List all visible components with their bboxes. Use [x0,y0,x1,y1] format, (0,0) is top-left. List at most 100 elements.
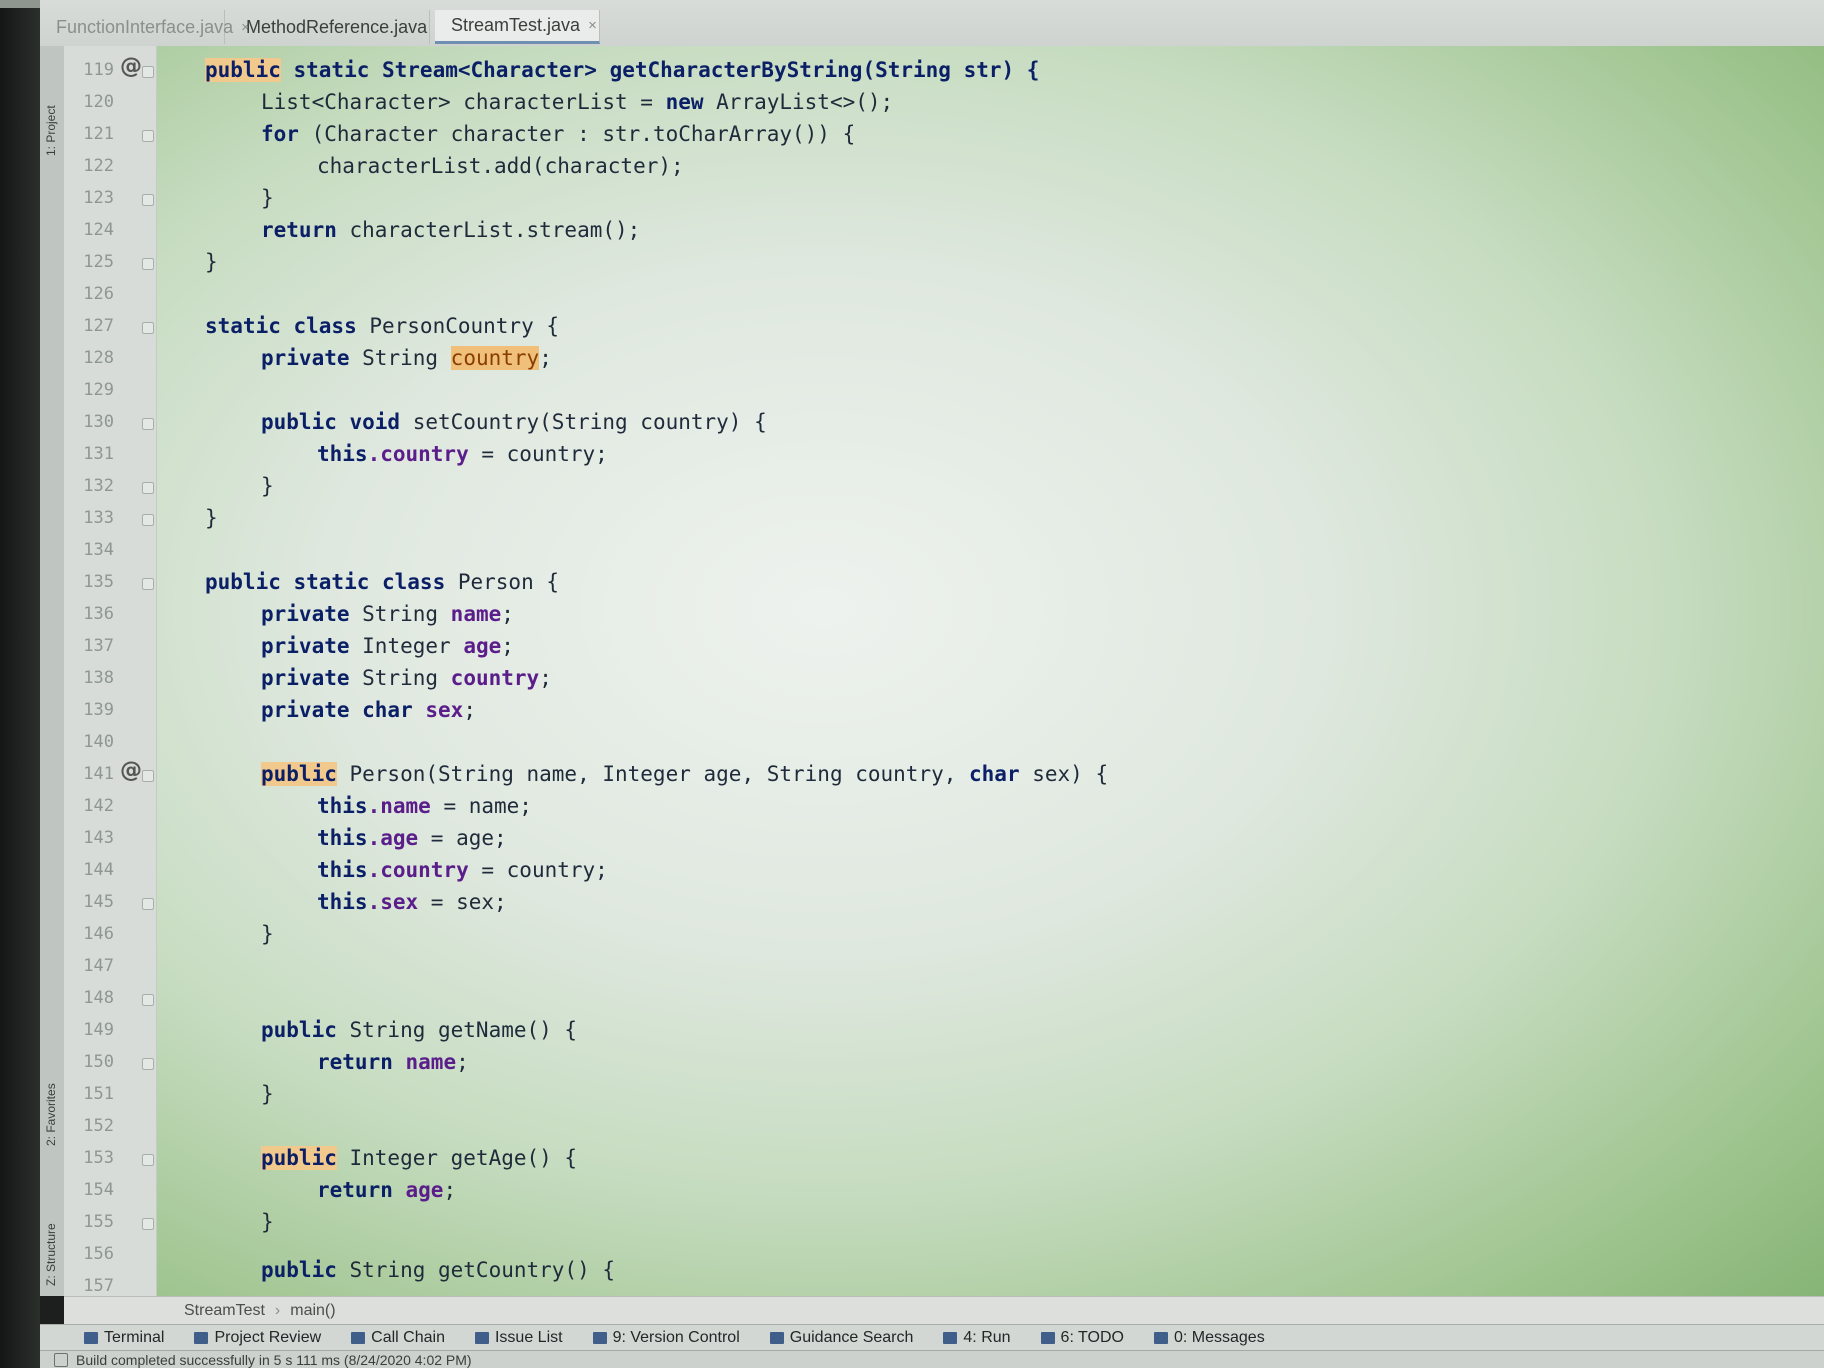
line-number: 156 [83,1244,114,1264]
code-line[interactable]: static class PersonCountry { [205,314,559,338]
line-number: 129 [83,380,114,400]
structure-tool-label[interactable]: Z: Structure [44,1223,58,1286]
call-chain-button[interactable]: Call Chain [351,1329,445,1347]
terminal-button[interactable]: Terminal [84,1329,164,1347]
tab-label: StreamTest.java [451,15,581,35]
tab-method-reference[interactable]: MethodReference.java × [230,10,444,44]
code-line[interactable]: this.country = country; [317,858,608,882]
override-marker-icon[interactable]: @ [120,758,142,783]
code-line[interactable]: characterList.add(character); [317,154,684,178]
fold-icon[interactable] [142,258,154,270]
line-number: 154 [83,1180,114,1200]
code-line[interactable]: public String getName() { [261,1018,577,1042]
fold-icon[interactable] [142,770,154,782]
line-number: 152 [83,1116,114,1136]
code-line[interactable]: private char sex; [261,698,476,722]
code-line[interactable]: } [261,186,274,210]
fold-icon[interactable] [142,322,154,334]
fold-icon[interactable] [142,1218,154,1230]
code-line[interactable]: public String getCountry() { [261,1258,615,1282]
code-line[interactable]: } [205,506,218,530]
code-line[interactable]: private Integer age; [261,634,514,658]
chevron-right-icon: › [274,1301,281,1319]
tab-function-interface[interactable]: FunctionInterface.java × [40,10,250,44]
code-line[interactable]: private String name; [261,602,514,626]
breadcrumb: StreamTest › main() [64,1296,1824,1324]
left-tool-strip [0,0,40,1368]
code-line[interactable]: public Integer getAge() { [261,1146,577,1170]
fold-icon[interactable] [142,1058,154,1070]
line-number: 121 [83,124,114,144]
code-line[interactable]: } [261,474,274,498]
line-number: 131 [83,444,114,464]
fold-icon[interactable] [142,418,154,430]
code-editor[interactable]: public static Stream<Character> getChara… [157,46,1824,1296]
version-control-button[interactable]: 9: Version Control [592,1329,740,1347]
call-chain-icon [351,1332,366,1344]
code-line[interactable]: public void setCountry(String country) { [261,410,767,434]
close-icon[interactable]: × [588,17,597,34]
override-marker-icon[interactable]: @ [120,54,142,79]
status-bar: Build completed successfully in 5 s 111 … [40,1350,1824,1368]
favorites-tool-label[interactable]: 2: Favorites [44,1083,58,1146]
line-number: 149 [83,1020,114,1040]
code-line[interactable]: this.country = country; [317,442,608,466]
line-number: 155 [83,1212,114,1232]
fold-icon[interactable] [142,994,154,1006]
fold-icon[interactable] [142,194,154,206]
code-line[interactable]: private String country; [261,666,552,690]
line-number: 133 [83,508,114,528]
todo-icon [1040,1332,1055,1344]
line-number: 139 [83,700,114,720]
line-number: 138 [83,668,114,688]
status-text: Build completed successfully in 5 s 111 … [76,1351,472,1368]
line-number: 126 [83,284,114,304]
guidance-search-icon [769,1332,784,1344]
line-number: 142 [83,796,114,816]
line-number: 146 [83,924,114,944]
guidance-search-button[interactable]: Guidance Search [769,1329,913,1347]
tab-stream-test[interactable]: StreamTest.java × [435,10,600,44]
code-line[interactable]: return name; [317,1050,469,1074]
line-number: 144 [83,860,114,880]
fold-icon[interactable] [142,578,154,590]
breadcrumb-method[interactable]: main() [290,1302,335,1320]
code-line[interactable]: } [205,250,218,274]
code-line[interactable]: public static Stream<Character> getChara… [205,58,1039,82]
project-review-button[interactable]: Project Review [194,1329,321,1347]
code-line[interactable]: List<Character> characterList = new Arra… [261,90,893,114]
code-line[interactable]: this.name = name; [317,794,532,818]
code-line[interactable]: private String country; [261,346,552,370]
code-line[interactable]: return age; [317,1178,456,1202]
issue-list-button[interactable]: Issue List [474,1329,563,1347]
fold-icon[interactable] [142,898,154,910]
line-number: 136 [83,604,114,624]
code-line[interactable]: } [261,1082,274,1106]
tab-label: MethodReference.java [246,16,428,37]
line-number: 128 [83,348,114,368]
breadcrumb-class[interactable]: StreamTest [184,1302,265,1320]
tool-window-bar: Terminal Project Review Call Chain Issue… [40,1324,1824,1351]
code-line[interactable]: return characterList.stream(); [261,218,640,242]
line-number: 137 [83,636,114,656]
fold-icon[interactable] [142,66,154,78]
code-line[interactable]: this.age = age; [317,826,507,850]
todo-button[interactable]: 6: TODO [1040,1329,1124,1347]
code-line[interactable]: for (Character character : str.toCharArr… [261,122,855,146]
fold-icon[interactable] [142,1154,154,1166]
code-line[interactable]: } [261,1210,274,1234]
code-line[interactable]: public static class Person { [205,570,559,594]
fold-icon[interactable] [142,482,154,494]
run-button[interactable]: 4: Run [943,1329,1011,1347]
fold-icon[interactable] [142,130,154,142]
build-status-icon[interactable] [54,1352,68,1367]
line-number: 132 [83,476,114,496]
line-number: 130 [83,412,114,432]
fold-icon[interactable] [142,514,154,526]
code-line[interactable]: } [261,922,274,946]
code-line[interactable]: public Person(String name, Integer age, … [261,762,1108,786]
ide-window: FunctionInterface.java × MethodReference… [0,0,1824,1368]
messages-button[interactable]: 0: Messages [1153,1329,1265,1347]
code-line[interactable]: this.sex = sex; [317,890,507,914]
project-tool-label[interactable]: 1: Project [44,105,58,156]
